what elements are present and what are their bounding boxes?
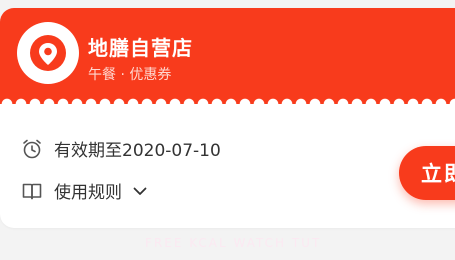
coupon-card: 地膳自营店 午餐 · 优惠券 有效期至2020-07-10 使用规则 立即: [0, 8, 455, 228]
shop-logo: [17, 22, 79, 84]
faded-footer-text: FREE KCAL WATCH TUT: [145, 236, 322, 250]
location-pin-icon: [30, 35, 66, 71]
shop-name: 地膳自营店: [88, 36, 193, 60]
usage-rules-toggle[interactable]: 使用规则: [20, 178, 148, 203]
validity-text: 有效期至2020-07-10: [54, 141, 221, 161]
usage-rules-label: 使用规则: [54, 183, 122, 203]
alarm-clock-icon: [20, 137, 44, 161]
chevron-down-icon: [132, 183, 148, 199]
coupon-subtitle: 午餐 · 优惠券: [88, 67, 172, 83]
coupon-header: 地膳自营店 午餐 · 优惠券: [0, 8, 455, 104]
use-now-button[interactable]: 立即: [399, 146, 455, 200]
book-icon: [20, 179, 44, 203]
scalloped-edge: [0, 98, 455, 112]
validity-row: 有效期至2020-07-10: [20, 136, 221, 161]
